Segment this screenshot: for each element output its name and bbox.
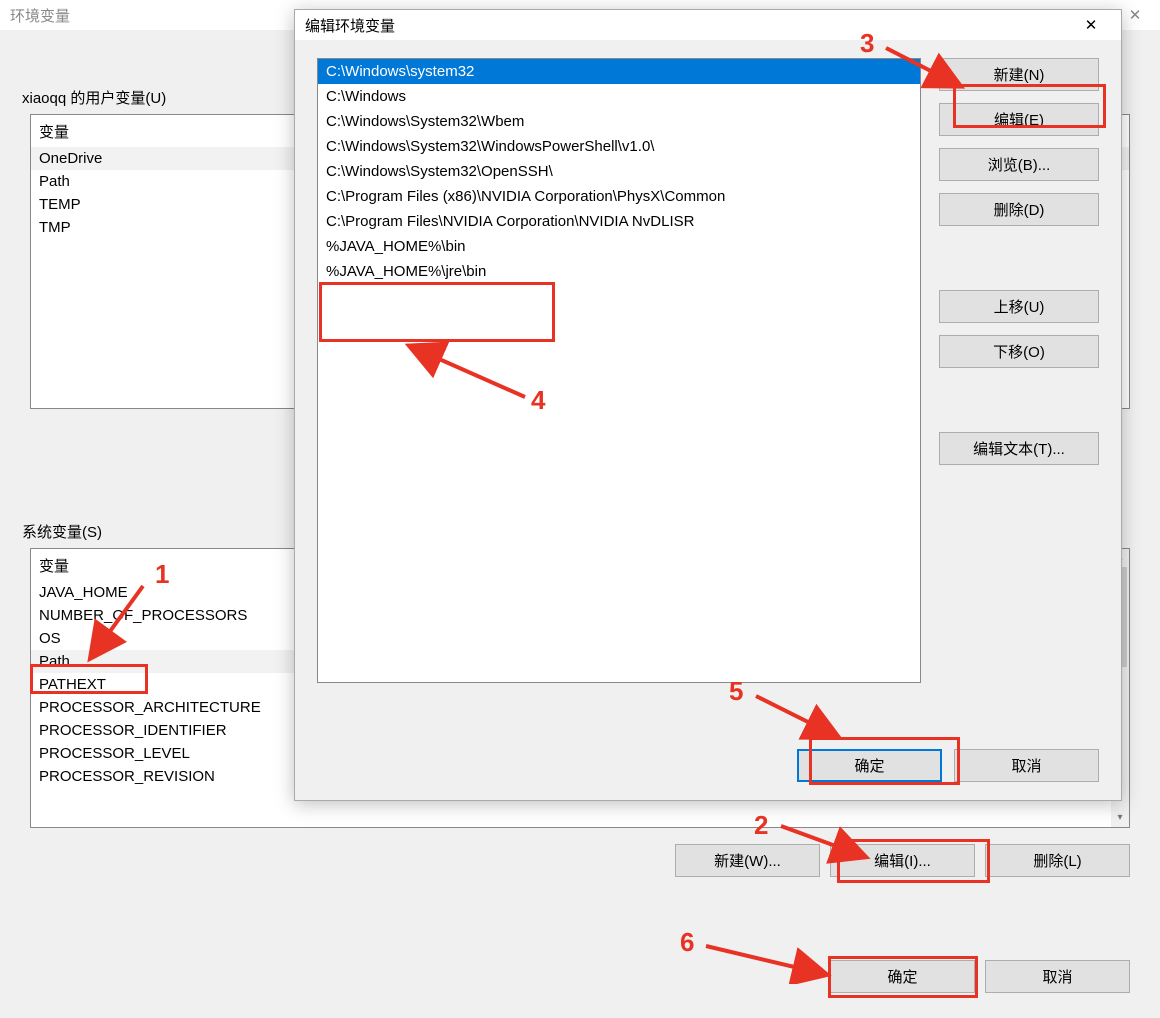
move-down-button[interactable]: 下移(O)	[939, 335, 1099, 368]
close-icon[interactable]: ✕	[1120, 6, 1150, 24]
path-entry[interactable]: C:\Windows\System32\Wbem	[318, 109, 920, 134]
arrow-4	[400, 339, 540, 409]
scroll-down-icon[interactable]: ▾	[1111, 809, 1129, 827]
user-vars-label: xiaoqq 的用户变量(U)	[22, 87, 166, 108]
browse-button[interactable]: 浏览(B)...	[939, 148, 1099, 181]
move-up-button[interactable]: 上移(U)	[939, 290, 1099, 323]
system-vars-label: 系统变量(S)	[22, 521, 102, 542]
arrow-5	[750, 688, 850, 748]
env-vars-title: 环境变量	[10, 5, 70, 26]
edit-dialog-title: 编辑环境变量	[305, 15, 395, 36]
path-entry[interactable]: C:\Windows\System32\WindowsPowerShell\v1…	[318, 134, 920, 159]
delete-entry-button[interactable]: 删除(D)	[939, 193, 1099, 226]
path-entry[interactable]: %JAVA_HOME%\bin	[318, 234, 920, 259]
annotation-box-new-n	[953, 84, 1106, 128]
annotation-box-java-home	[319, 282, 555, 342]
dialog-cancel-button[interactable]: 取消	[954, 749, 1099, 782]
path-entry[interactable]: %JAVA_HOME%\jre\bin	[318, 259, 920, 284]
path-entry[interactable]: C:\Program Files\NVIDIA Corporation\NVID…	[318, 209, 920, 234]
path-entry[interactable]: C:\Program Files (x86)\NVIDIA Corporatio…	[318, 184, 920, 209]
arrow-3	[880, 40, 970, 95]
edit-text-button[interactable]: 编辑文本(T)...	[939, 432, 1099, 465]
annotation-5: 5	[729, 676, 743, 707]
arrow-2	[775, 818, 875, 868]
env-cancel-button[interactable]: 取消	[985, 960, 1130, 993]
close-icon[interactable]: ✕	[1071, 16, 1111, 34]
annotation-2: 2	[754, 810, 768, 841]
annotation-6: 6	[680, 927, 694, 958]
annotation-3: 3	[860, 28, 874, 59]
path-entry[interactable]: C:\Windows	[318, 84, 920, 109]
edit-dialog-titlebar: 编辑环境变量 ✕	[295, 10, 1121, 40]
path-entry[interactable]: C:\Windows\System32\OpenSSH\	[318, 159, 920, 184]
annotation-box-env-ok	[828, 956, 978, 998]
delete-system-var-button[interactable]: 删除(L)	[985, 844, 1130, 877]
path-entry[interactable]: C:\Windows\system32	[318, 59, 920, 84]
arrow-6	[700, 938, 840, 984]
arrow-1	[78, 580, 158, 670]
